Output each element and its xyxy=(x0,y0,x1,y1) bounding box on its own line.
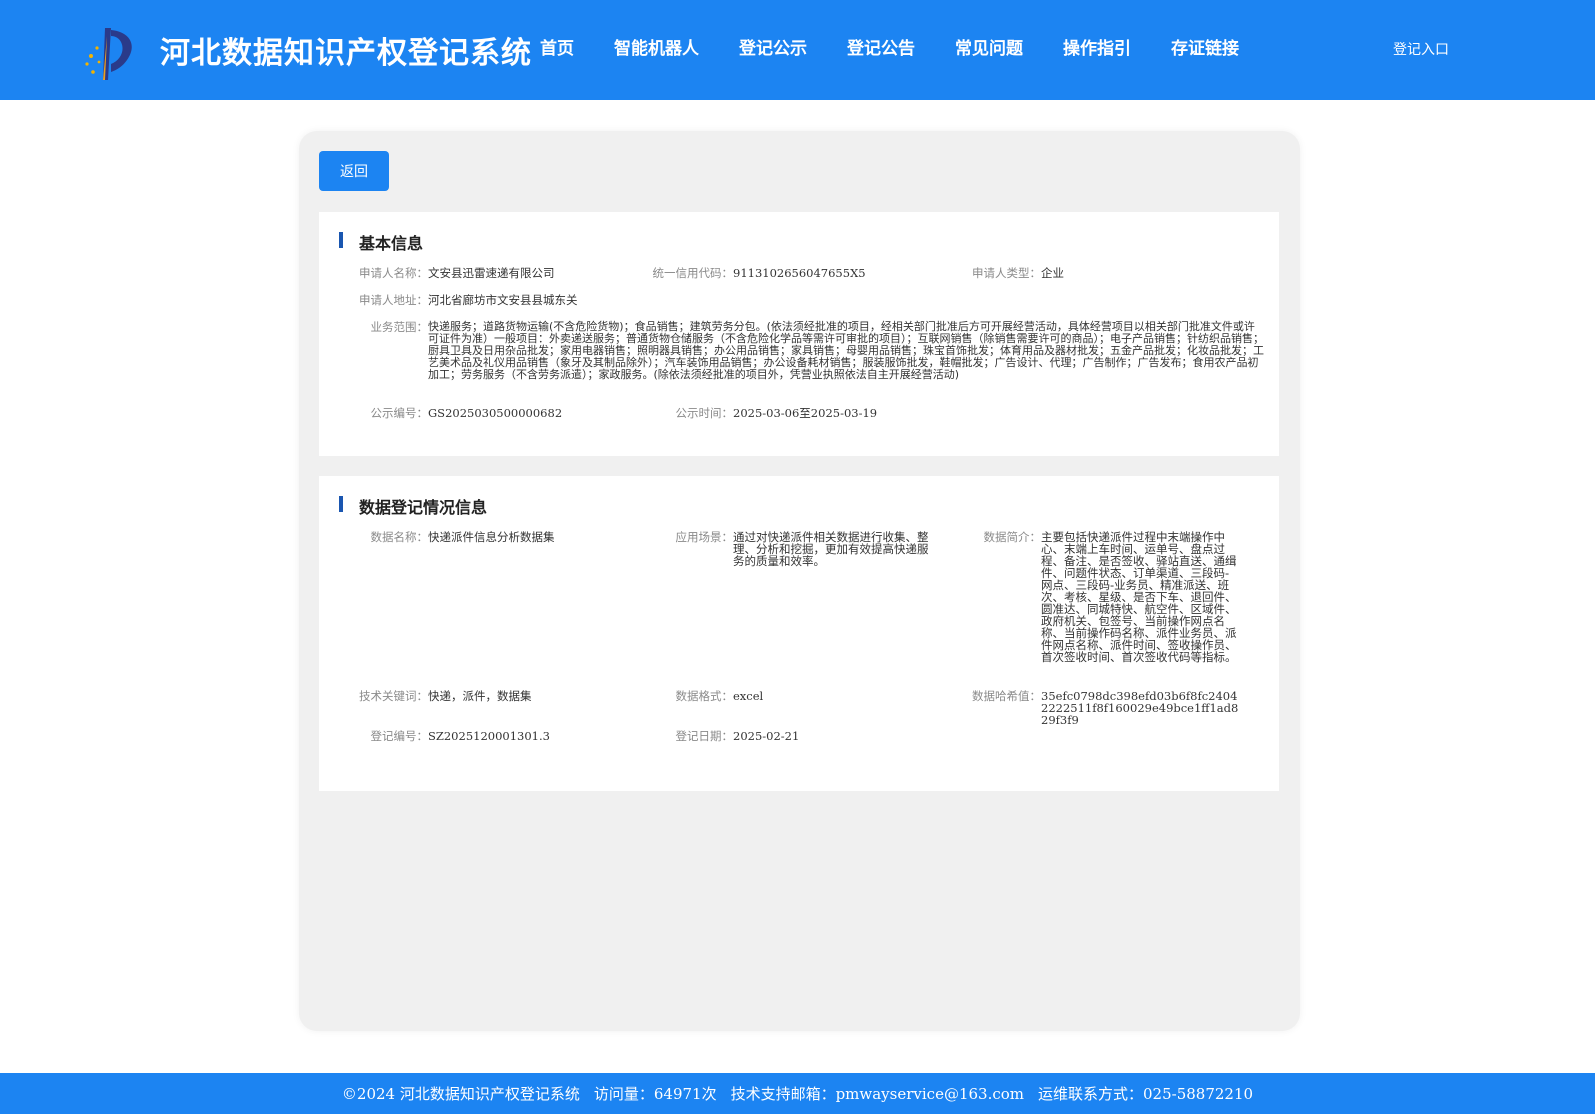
data-intro-label: 数据简介： xyxy=(983,530,1042,544)
nav-publicity[interactable]: 登记公示 xyxy=(739,34,807,62)
nav-announcement[interactable]: 登记公告 xyxy=(847,34,915,62)
footer-copyright: ©2024 河北数据知识产权登记系统 xyxy=(341,1085,580,1103)
footer-visits: 访问量：64971次 xyxy=(593,1085,717,1103)
data-name-label: 数据名称： xyxy=(370,530,429,544)
top-header: 河北数据知识产权登记系统 首页 智能机器人 登记公示 登记公告 常见问题 操作指… xyxy=(0,0,1595,100)
applicant-name-label: 申请人名称： xyxy=(359,266,428,280)
business-scope-value: 快递服务；道路货物运输(不含危险货物)；食品销售；建筑劳务分包。(依法须经批准的… xyxy=(428,320,1264,381)
data-registration-panel: 数据登记情况信息 数据名称： 快递派件信息分析数据集 应用场景： 通过对快递派件… xyxy=(319,476,1279,791)
detail-card: 返回 基本信息 申请人名称： 文安县迅雷速递有限公司 统一信用代码： 91131… xyxy=(299,131,1300,1031)
keywords-value: 快递，派件，数据集 xyxy=(428,689,532,703)
data-hash-value: 35efc0798dc398efd03b6f8fc24042222511f8f1… xyxy=(1041,689,1239,727)
data-registration-title: 数据登记情况信息 xyxy=(359,498,488,517)
keywords-field: 技术关键词： 快递，派件，数据集 xyxy=(356,690,532,702)
data-intro-value: 主要包括快递派件过程中末端操作中心、末端上车时间、运单号、盘点过程、备注、是否签… xyxy=(1041,530,1237,664)
page-footer: ©2024 河北数据知识产权登记系统 访问量：64971次 技术支持邮箱：pmw… xyxy=(0,1073,1595,1114)
scenario-label: 应用场景： xyxy=(675,530,734,544)
applicant-name-value: 文安县迅雷速递有限公司 xyxy=(428,266,555,280)
data-name-value: 快递派件信息分析数据集 xyxy=(428,530,555,544)
applicant-name-field: 申请人名称： 文安县迅雷速递有限公司 xyxy=(356,267,555,279)
reg-date-field: 登记日期： 2025-02-21 xyxy=(649,729,800,743)
footer-email: 技术支持邮箱：pmwayservice@163.com xyxy=(730,1085,1025,1103)
data-format-field: 数据格式： excel xyxy=(649,689,764,703)
back-button[interactable]: 返回 xyxy=(319,151,389,191)
basic-info-panel: 基本信息 申请人名称： 文安县迅雷速递有限公司 统一信用代码： 91131026… xyxy=(319,212,1279,456)
notice-time-field: 公示时间： 2025-03-06至2025-03-19 xyxy=(649,406,878,420)
data-name-field: 数据名称： 快递派件信息分析数据集 xyxy=(356,531,555,543)
scenario-field: 应用场景： 通过对快递派件相关数据进行收集、整理、分析和挖掘，更加有效提高快递服… xyxy=(649,531,939,567)
main-nav: 首页 智能机器人 登记公示 登记公告 常见问题 操作指引 存证链接 xyxy=(520,34,1279,62)
applicant-type-field: 申请人类型： 企业 xyxy=(969,267,1064,279)
data-hash-field: 数据哈希值： 35efc0798dc398efd03b6f8fc24042222… xyxy=(969,690,1269,726)
notice-time-label: 公示时间： xyxy=(675,406,734,420)
credit-code-label: 统一信用代码： xyxy=(652,266,734,280)
data-hash-label: 数据哈希值： xyxy=(972,689,1041,703)
section-accent-bar xyxy=(339,232,343,248)
notice-no-label: 公示编号： xyxy=(370,406,429,420)
basic-info-title: 基本信息 xyxy=(359,234,424,253)
reg-no-label: 登记编号： xyxy=(370,729,429,743)
applicant-type-label: 申请人类型： xyxy=(972,266,1041,280)
data-intro-field: 数据简介： 主要包括快递派件过程中末端操作中心、末端上车时间、运单号、盘点过程、… xyxy=(969,531,1269,663)
reg-date-value: 2025-02-21 xyxy=(733,729,800,743)
nav-home[interactable]: 首页 xyxy=(540,34,574,62)
notice-time-value: 2025-03-06至2025-03-19 xyxy=(733,406,878,420)
reg-no-field: 登记编号： SZ2025120001301.3 xyxy=(356,730,550,742)
nav-faq[interactable]: 常见问题 xyxy=(955,34,1023,62)
address-value: 河北省廊坊市文安县县城东关 xyxy=(428,293,578,307)
business-scope-label: 业务范围： xyxy=(370,320,429,334)
credit-code-field: 统一信用代码： 9113102656047655X5 xyxy=(649,267,866,279)
nav-evidence-link[interactable]: 存证链接 xyxy=(1171,34,1239,62)
business-scope-field: 业务范围： 快递服务；道路货物运输(不含危险货物)；食品销售；建筑劳务分包。(依… xyxy=(356,320,1265,381)
site-title: 河北数据知识产权登记系统 xyxy=(160,36,532,71)
applicant-type-value: 企业 xyxy=(1041,266,1064,280)
login-link[interactable]: 登记入口 xyxy=(1393,39,1449,59)
footer-phone: 运维联系方式：025-58872210 xyxy=(1038,1085,1254,1103)
data-format-label: 数据格式： xyxy=(675,689,734,703)
section-accent-bar xyxy=(339,496,343,512)
address-field: 申请人地址： 河北省廊坊市文安县县城东关 xyxy=(356,294,578,306)
credit-code-value: 9113102656047655X5 xyxy=(733,266,866,280)
keywords-label: 技术关键词： xyxy=(359,689,428,703)
address-label: 申请人地址： xyxy=(359,293,428,307)
nav-guide[interactable]: 操作指引 xyxy=(1063,34,1131,62)
data-format-value: excel xyxy=(733,689,764,703)
logo-icon xyxy=(85,28,132,80)
notice-no-value: GS2025030500000682 xyxy=(428,406,563,420)
notice-no-field: 公示编号： GS2025030500000682 xyxy=(356,406,563,420)
scenario-value: 通过对快递派件相关数据进行收集、整理、分析和挖掘，更加有效提高快递服务的质量和效… xyxy=(733,530,929,568)
reg-no-value: SZ2025120001301.3 xyxy=(428,729,550,743)
nav-robot[interactable]: 智能机器人 xyxy=(614,34,699,62)
reg-date-label: 登记日期： xyxy=(675,729,734,743)
